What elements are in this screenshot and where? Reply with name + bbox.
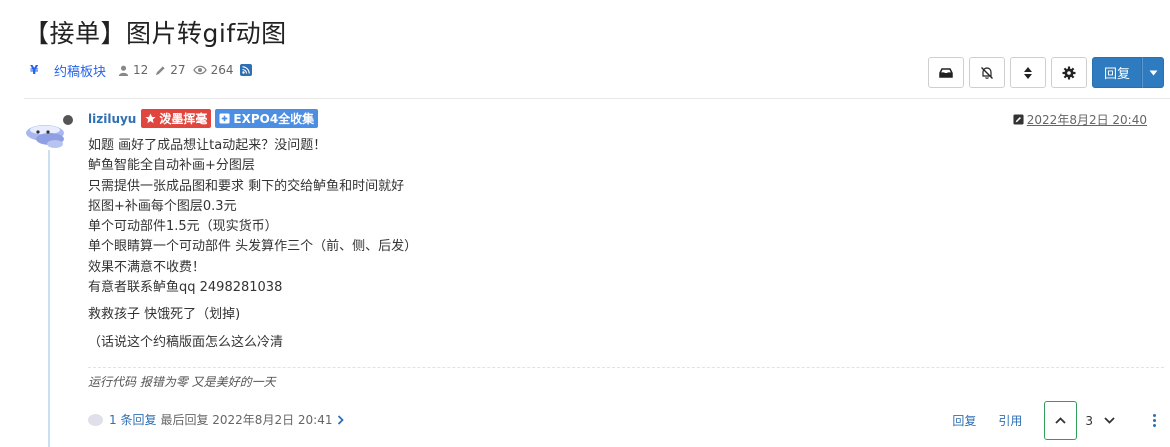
reply-dropdown-button[interactable] — [1142, 57, 1164, 88]
signature: 运行代码 报错为零 又是美好的一天 — [88, 375, 276, 389]
caret-down-icon — [1149, 70, 1157, 75]
views-count: 264 — [210, 63, 234, 77]
upvote-button[interactable] — [1044, 401, 1078, 440]
more-options-icon[interactable] — [1153, 414, 1156, 427]
content-line: 效果不满意不收费！ — [88, 259, 206, 275]
content-line: 只需提供一张成品图和要求 剩下的交给鲈鱼和时间就好 — [88, 178, 405, 194]
reply-action[interactable]: 回复 — [952, 412, 976, 429]
topic-meta: ¥ 约稿板块 12 27 264 — [30, 60, 253, 80]
chevron-down-icon — [1104, 417, 1115, 424]
post-content: 如题 画好了成品想让ta动起来？没问题！ 鲈鱼智能全自动补画+分图层 只需提供一… — [88, 136, 417, 353]
header-divider — [24, 98, 1170, 99]
content-line: 单个可动部件1.5元（现实货币） — [88, 219, 278, 235]
post-timestamp[interactable]: 2022年8月2日 20:40 — [1013, 111, 1147, 128]
posts-count: 27 — [170, 63, 186, 77]
post-actions: 回复 引用 3 — [952, 401, 1156, 440]
content-line: 如题 画好了成品想让ta动起来？没问题！ — [88, 138, 327, 153]
downvote-button[interactable] — [1104, 417, 1115, 424]
username-link[interactable]: liziluyu — [88, 112, 136, 126]
reply-count[interactable]: 1 条回复 — [109, 411, 156, 428]
topic-toolbar: 回复 — [923, 57, 1164, 88]
content-line: 单个眼睛算一个可动部件 头发算作三个（前、侧、后发） — [88, 239, 418, 255]
content-line: 鲈鱼智能全自动补画+分图层 — [88, 158, 255, 174]
bell-slash-icon — [981, 66, 993, 79]
gear-icon — [1062, 66, 1076, 79]
plus-square-icon — [219, 113, 230, 124]
settings-button[interactable] — [1050, 57, 1087, 88]
chevron-up-icon — [1055, 417, 1066, 424]
reply-avatar — [88, 413, 103, 426]
content-line: （话说这个约稿版面怎么这么冷清 — [88, 334, 284, 350]
category-link[interactable]: 约稿板块 — [54, 61, 106, 80]
user-icon — [118, 65, 129, 76]
reply-button-group: 回复 — [1091, 57, 1164, 88]
pencil-icon — [156, 65, 165, 75]
edit-icon — [1013, 114, 1024, 125]
star-icon — [145, 113, 156, 124]
posters-count: 12 — [133, 63, 149, 77]
eye-icon — [192, 65, 207, 75]
content-line: 抠图+补画每个图层0.3元 — [88, 198, 237, 214]
sort-button[interactable] — [1009, 57, 1046, 88]
watch-button[interactable] — [927, 57, 964, 88]
vote-count[interactable]: 3 — [1085, 414, 1093, 428]
inbox-icon — [939, 67, 953, 78]
chevron-right-icon[interactable] — [337, 414, 345, 425]
reply-button[interactable]: 回复 — [1091, 57, 1142, 88]
rss-icon[interactable] — [240, 64, 253, 76]
content-line: 有意者联系鲈鱼qq 2498281038 — [88, 280, 283, 296]
sort-icon — [1023, 66, 1032, 79]
signature-divider — [88, 367, 1164, 368]
last-reply: 最后回复 2022年8月2日 20:41 — [160, 413, 333, 427]
notify-button[interactable] — [968, 57, 1005, 88]
posts-stat: 27 — [155, 63, 186, 77]
badge-pomo-label: 泼墨挥毫 — [159, 112, 208, 126]
replies-summary[interactable]: 1 条回复 最后回复 2022年8月2日 20:41 — [88, 411, 345, 428]
content-line: 救救孩子 快饿死了（划掉) — [88, 307, 241, 323]
quote-action[interactable]: 引用 — [998, 412, 1022, 429]
topic-title: 【接单】图片转gif动图 — [24, 19, 287, 48]
thread-line — [48, 150, 50, 447]
yen-icon: ¥ — [30, 63, 39, 77]
status-indicator — [61, 113, 75, 127]
badge-expo[interactable]: EXPO4全收集 — [215, 109, 319, 128]
badge-pomo[interactable]: 泼墨挥毫 — [141, 109, 212, 128]
post-time-text: 2022年8月2日 20:40 — [1026, 113, 1147, 127]
badge-expo-label: EXPO4全收集 — [233, 112, 315, 126]
posters-stat: 12 — [118, 63, 148, 77]
views-stat: 264 — [192, 63, 234, 77]
post-header: liziluyu 泼墨挥毫 EXPO4全收集 — [88, 109, 322, 128]
